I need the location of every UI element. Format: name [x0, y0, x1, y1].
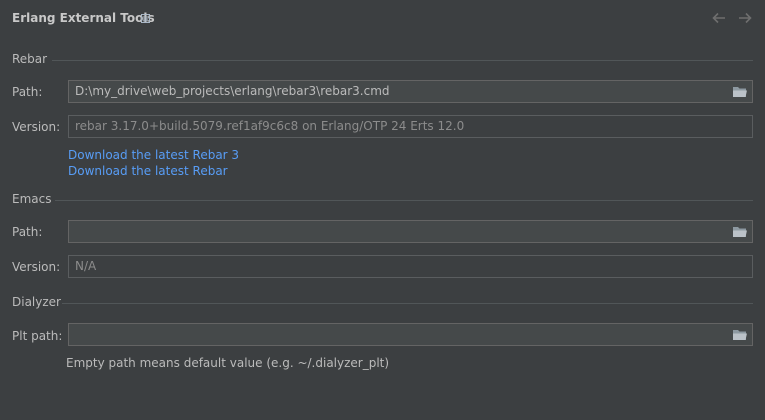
folder-icon[interactable] [732, 225, 748, 238]
emacs-section-divider [55, 200, 753, 201]
dialyzer-section-divider [62, 303, 753, 304]
rebar-path-label: Path: [12, 85, 43, 99]
rebar-section-divider [52, 60, 753, 61]
rebar-path-field[interactable]: D:\my_drive\web_projects\erlang\rebar3\r… [68, 80, 753, 103]
rebar-path-value[interactable]: D:\my_drive\web_projects\erlang\rebar3\r… [75, 84, 390, 98]
back-arrow-icon[interactable] [711, 11, 727, 25]
emacs-path-field[interactable] [68, 220, 753, 243]
emacs-version-field: N/A [68, 255, 753, 278]
dialyzer-section-title: Dialyzer [12, 295, 61, 309]
emacs-path-input[interactable] [75, 221, 715, 242]
emacs-section-title: Emacs [12, 192, 52, 206]
rebar-version-field: rebar 3.17.0+build.5079.ref1af9c6c8 on E… [68, 115, 753, 138]
rebar-version-label: Version: [12, 120, 61, 134]
folder-icon[interactable] [732, 328, 748, 341]
download-rebar3-link[interactable]: Download the latest Rebar 3 [68, 148, 239, 162]
settings-menu-icon[interactable] [141, 14, 150, 23]
emacs-version-label: Version: [12, 260, 61, 274]
plt-path-field[interactable] [68, 323, 753, 346]
plt-path-hint: Empty path means default value (e.g. ~/.… [66, 356, 390, 370]
folder-icon[interactable] [732, 85, 748, 98]
page-title: Erlang External Tools [12, 11, 155, 25]
plt-path-label: Plt path: [12, 329, 63, 343]
emacs-path-label: Path: [12, 225, 43, 239]
rebar-version-value: rebar 3.17.0+build.5079.ref1af9c6c8 on E… [75, 119, 465, 133]
download-rebar-link[interactable]: Download the latest Rebar [68, 164, 228, 178]
forward-arrow-icon[interactable] [737, 11, 753, 25]
plt-path-input[interactable] [75, 324, 715, 345]
rebar-section-title: Rebar [12, 52, 48, 66]
settings-header: Erlang External Tools [0, 0, 765, 38]
emacs-version-value: N/A [75, 259, 97, 273]
